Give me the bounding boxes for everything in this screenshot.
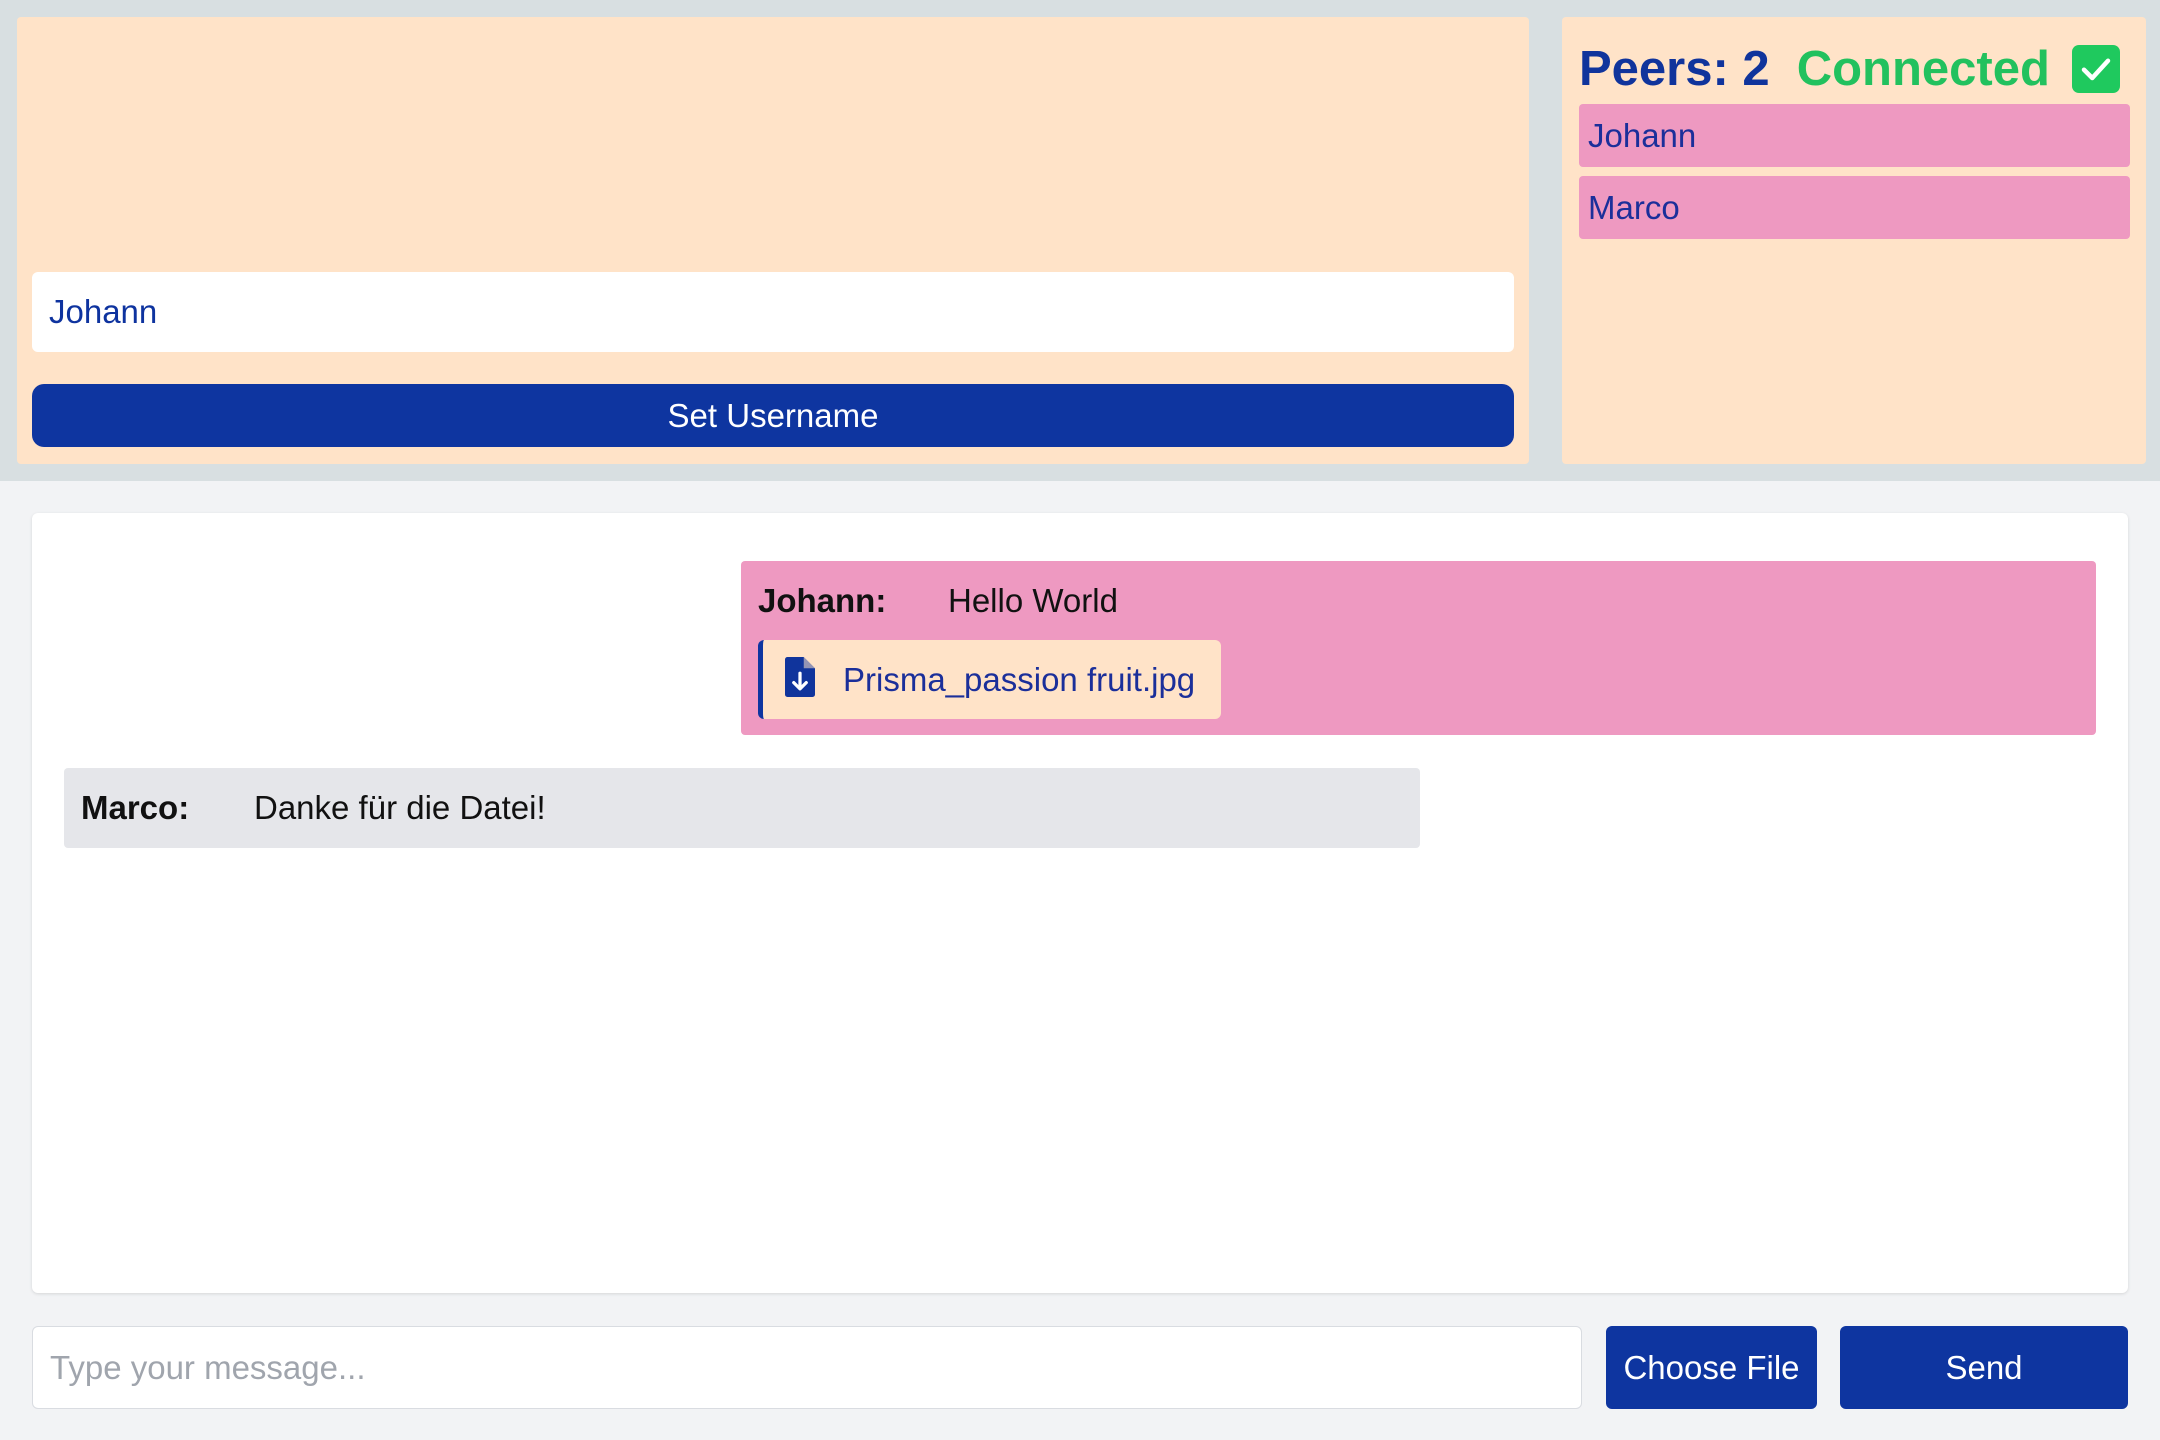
- peer-list: Johann Marco: [1579, 104, 2130, 248]
- peers-count: Peers: 2: [1579, 42, 1770, 96]
- top-area: Set Username Peers: 2 Connected Johann M…: [0, 0, 2160, 481]
- message-input[interactable]: [32, 1326, 1582, 1409]
- file-name: Prisma_passion fruit.jpg: [843, 660, 1196, 698]
- chat-messages: Johann: Hello World Prisma_passion fruit…: [32, 513, 2128, 1293]
- peer-item: Marco: [1579, 176, 2130, 239]
- peers-panel: Peers: 2 Connected Johann Marco: [1562, 17, 2146, 464]
- message-line: Marco: Danke für die Datei!: [81, 784, 546, 832]
- message-composer: Choose File Send: [32, 1326, 2128, 1409]
- check-icon: [2071, 45, 2120, 93]
- peers-header: Peers: 2 Connected: [1579, 37, 2134, 101]
- file-attachment[interactable]: Prisma_passion fruit.jpg: [758, 640, 1221, 719]
- message-sender: Marco:: [81, 789, 190, 826]
- message-sender: Johann:: [758, 582, 887, 619]
- peer-item: Johann: [1579, 104, 2130, 167]
- message-text: Hello World: [948, 582, 1118, 619]
- message-own: Johann: Hello World Prisma_passion fruit…: [741, 561, 2096, 735]
- message-line: Johann: Hello World: [758, 577, 1118, 625]
- file-download-icon: [785, 657, 815, 702]
- username-panel: Set Username: [17, 17, 1529, 464]
- connection-status: Connected: [1796, 42, 2050, 96]
- send-button[interactable]: Send: [1840, 1326, 2128, 1409]
- message-other: Marco: Danke für die Datei!: [64, 768, 1420, 848]
- username-input[interactable]: [32, 272, 1514, 352]
- message-text: Danke für die Datei!: [254, 789, 546, 826]
- set-username-button[interactable]: Set Username: [32, 384, 1514, 447]
- choose-file-button[interactable]: Choose File: [1606, 1326, 1817, 1409]
